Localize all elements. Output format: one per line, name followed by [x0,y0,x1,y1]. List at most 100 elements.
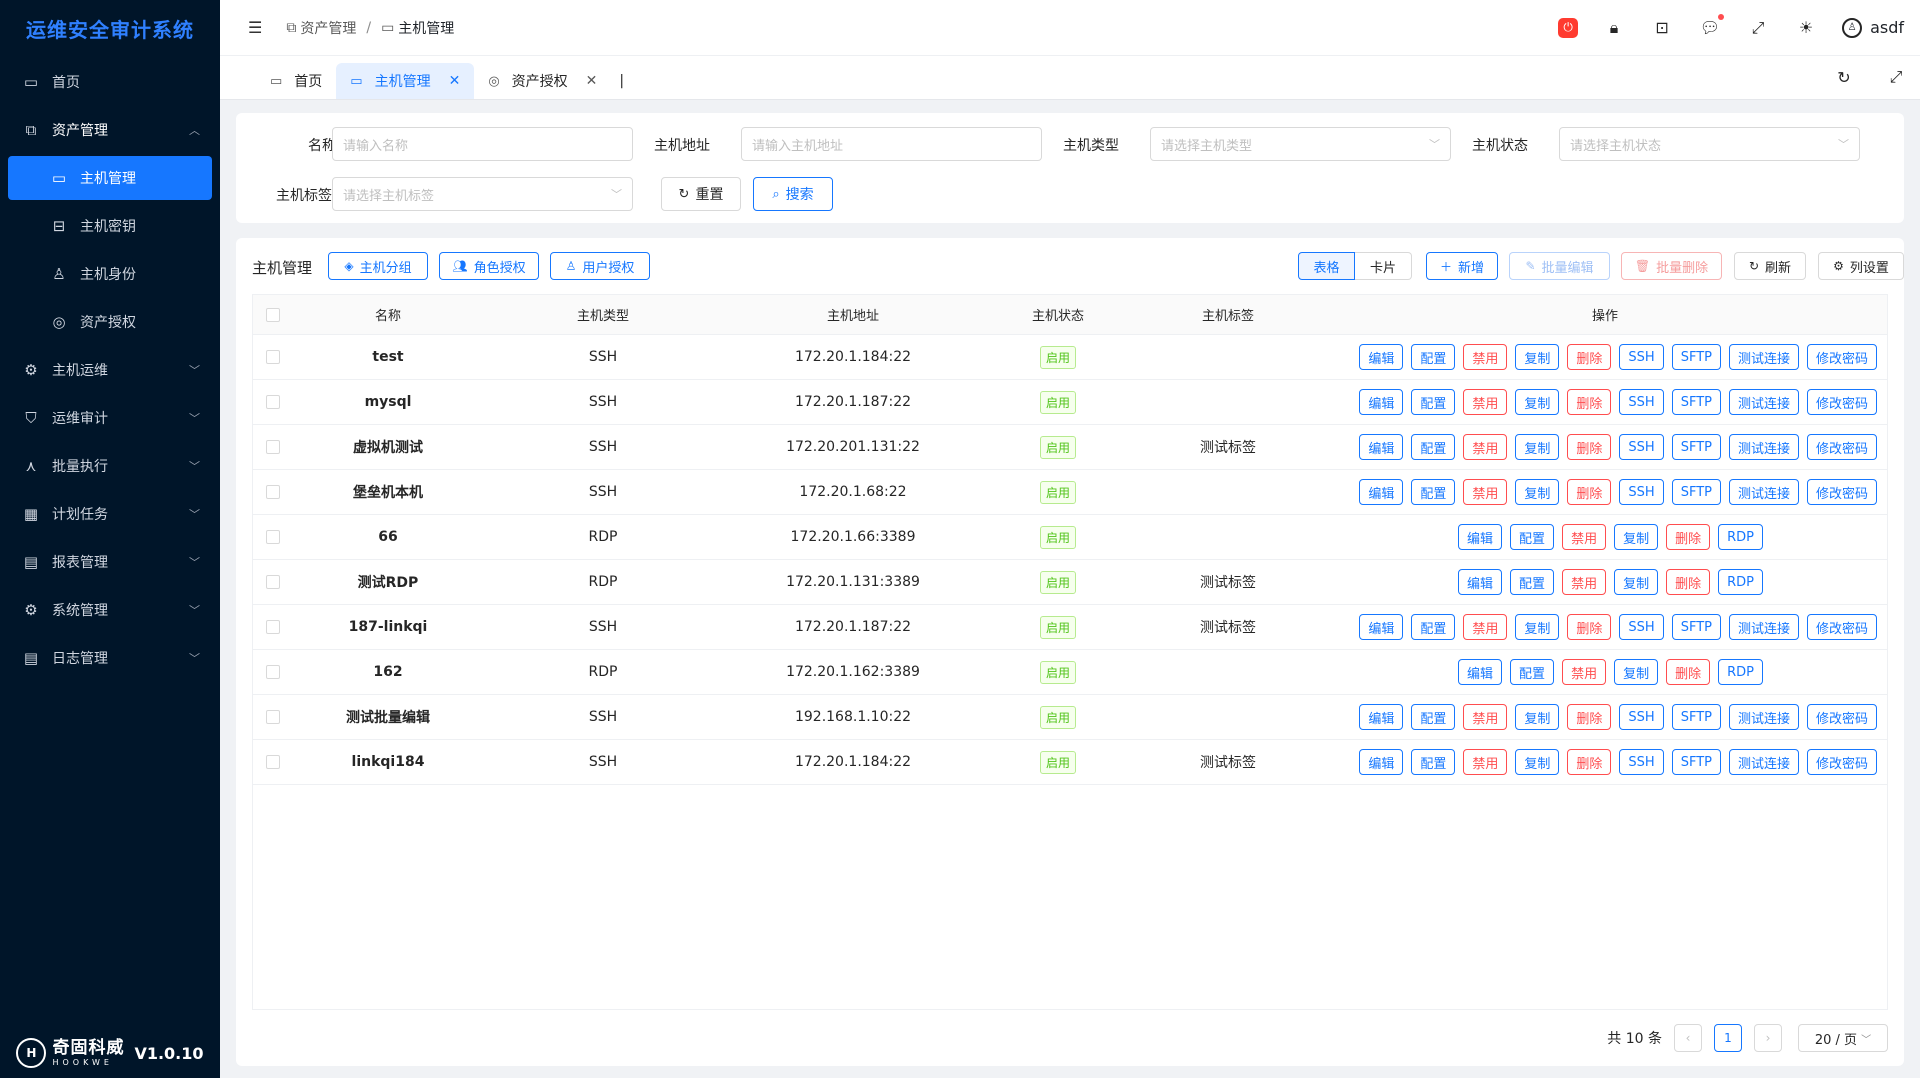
row-checkbox[interactable] [266,530,280,544]
test-connection-button[interactable]: 测试连接 [1728,704,1799,730]
sidebar-item-asset-auth[interactable]: ◎ 资产授权 [8,300,212,344]
sidebar-item-host-key[interactable]: ⊟ 主机密钥 [8,204,212,248]
row-checkbox[interactable] [266,575,280,589]
ssh-button[interactable]: SSH [1619,614,1664,640]
sidebar-item-host-identity[interactable]: ♙ 主机身份 [8,252,212,296]
delete-button[interactable]: 删除 [1567,704,1612,730]
edit-button[interactable]: 编辑 [1359,704,1404,730]
row-checkbox[interactable] [266,395,280,409]
config-button[interactable]: 配置 [1411,614,1456,640]
tab-asset-auth[interactable]: ◎ 资产授权 ✕ [474,63,611,99]
edit-button[interactable]: 编辑 [1359,614,1404,640]
edit-button[interactable]: 编辑 [1359,479,1404,505]
disable-button[interactable]: 禁用 [1463,434,1508,460]
edit-button[interactable]: 编辑 [1458,524,1503,550]
user-auth-button[interactable]: ♙ 用户授权 [550,252,650,280]
ssh-button[interactable]: SSH [1619,704,1664,730]
disable-button[interactable]: 禁用 [1463,704,1508,730]
test-connection-button[interactable]: 测试连接 [1728,344,1799,370]
copy-button[interactable]: 复制 [1614,569,1659,595]
maximize-icon[interactable]: ⤢ [1884,65,1908,89]
sidebar-item-home[interactable]: ▭ 首页 [8,60,212,104]
address-input[interactable]: 请输入主机地址 [741,127,1042,161]
add-button[interactable]: ＋ 新增 [1426,252,1498,280]
fullscreen-icon[interactable]: ⤢ [1746,16,1770,40]
select-all-checkbox[interactable] [266,307,280,322]
sftp-button[interactable]: SFTP [1671,389,1721,415]
delete-button[interactable]: 删除 [1567,434,1612,460]
copy-button[interactable]: 复制 [1515,704,1560,730]
test-connection-button[interactable]: 测试连接 [1728,479,1799,505]
page-number-button[interactable]: 1 [1714,1024,1742,1052]
disable-button[interactable]: 禁用 [1463,389,1508,415]
page-size-select[interactable]: 20 / 页 ﹀ [1798,1024,1888,1052]
copy-button[interactable]: 复制 [1614,524,1659,550]
menu-collapse-icon[interactable]: ☰ [248,18,262,37]
refresh-button[interactable]: ↻ 刷新 [1734,252,1806,280]
view-card-button[interactable]: 卡片 [1355,252,1412,280]
disable-button[interactable]: 禁用 [1463,749,1508,775]
disable-button[interactable]: 禁用 [1562,524,1607,550]
sftp-button[interactable]: SFTP [1671,479,1721,505]
rdp-button[interactable]: RDP [1718,659,1763,685]
delete-button[interactable]: 删除 [1666,569,1711,595]
config-button[interactable]: 配置 [1411,389,1456,415]
sftp-button[interactable]: SFTP [1671,344,1721,370]
rdp-button[interactable]: RDP [1718,569,1763,595]
sidebar-item-logs[interactable]: ▤ 日志管理 ﹀ [8,636,212,680]
tag-select[interactable]: 请选择主机标签 ﹀ [332,177,633,211]
copy-button[interactable]: 复制 [1515,479,1560,505]
sidebar-item-batch-exec[interactable]: ⋏ 批量执行 ﹀ [8,444,212,488]
close-icon[interactable]: ✕ [586,73,598,89]
rdp-button[interactable]: RDP [1718,524,1763,550]
row-checkbox[interactable] [266,350,280,364]
change-password-button[interactable]: 修改密码 [1806,389,1877,415]
sftp-button[interactable]: SFTP [1671,704,1721,730]
change-password-button[interactable]: 修改密码 [1806,479,1877,505]
row-checkbox[interactable] [266,665,280,679]
app-red-icon[interactable]: ⏻ [1558,17,1579,38]
copy-button[interactable]: 复制 [1515,614,1560,640]
ssh-button[interactable]: SSH [1619,479,1664,505]
edit-button[interactable]: 编辑 [1359,749,1404,775]
ssh-button[interactable]: SSH [1619,344,1664,370]
config-button[interactable]: 配置 [1411,704,1456,730]
sftp-button[interactable]: SFTP [1671,434,1721,460]
config-button[interactable]: 配置 [1411,344,1456,370]
disable-button[interactable]: 禁用 [1463,479,1508,505]
row-checkbox[interactable] [266,440,280,454]
config-button[interactable]: 配置 [1510,524,1555,550]
batch-delete-button[interactable]: 🗑︎ 批量删除 [1621,252,1722,280]
edit-button[interactable]: 编辑 [1458,569,1503,595]
search-button[interactable]: ⌕ 搜索 [753,177,833,211]
disable-button[interactable]: 禁用 [1562,569,1607,595]
delete-button[interactable]: 删除 [1567,749,1612,775]
copy-button[interactable]: 复制 [1515,749,1560,775]
terminal-icon[interactable]: ⊡ [1650,16,1674,40]
copy-button[interactable]: 复制 [1515,344,1560,370]
test-connection-button[interactable]: 测试连接 [1728,389,1799,415]
sftp-button[interactable]: SFTP [1671,749,1721,775]
ssh-button[interactable]: SSH [1619,434,1664,460]
change-password-button[interactable]: 修改密码 [1806,344,1877,370]
config-button[interactable]: 配置 [1411,749,1456,775]
sidebar-item-reports[interactable]: ▤ 报表管理 ﹀ [8,540,212,584]
disable-button[interactable]: 禁用 [1463,614,1508,640]
delete-button[interactable]: 删除 [1567,614,1612,640]
row-checkbox[interactable] [266,485,280,499]
config-button[interactable]: 配置 [1510,659,1555,685]
disable-button[interactable]: 禁用 [1463,344,1508,370]
sidebar-item-host-management[interactable]: ▭ 主机管理 [8,156,212,200]
tab-host-management[interactable]: ▭ 主机管理 ✕ [336,63,475,99]
user-menu[interactable]: ♙ asdf [1842,17,1904,38]
change-password-button[interactable]: 修改密码 [1806,614,1877,640]
test-connection-button[interactable]: 测试连接 [1728,614,1799,640]
sidebar-item-ops-audit[interactable]: ⛉ 运维审计 ﹀ [8,396,212,440]
delete-button[interactable]: 删除 [1567,389,1612,415]
test-connection-button[interactable]: 测试连接 [1728,434,1799,460]
message-icon[interactable]: 💬︎ [1698,13,1725,40]
breadcrumb-item-assets[interactable]: 资产管理 [300,18,356,38]
theme-sun-icon[interactable]: ☀ [1794,16,1818,40]
change-password-button[interactable]: 修改密码 [1806,749,1877,775]
change-password-button[interactable]: 修改密码 [1806,704,1877,730]
